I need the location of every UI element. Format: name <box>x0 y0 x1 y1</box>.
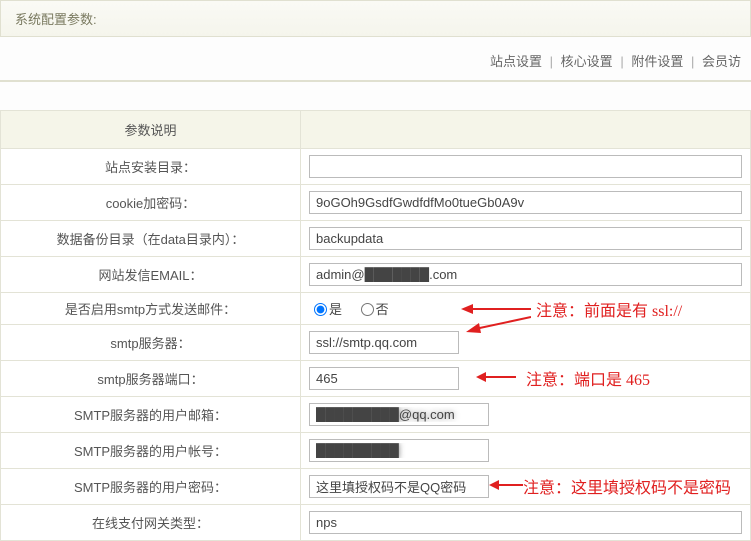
label-smtp-user-account: SMTP服务器的用户帐号： <box>1 433 301 469</box>
radio-no-label[interactable]: 否 <box>356 302 389 317</box>
input-pay-gateway[interactable] <box>309 511 742 534</box>
input-smtp-user-pass[interactable] <box>309 475 489 498</box>
page-title-bar: 系统配置参数: <box>0 0 751 37</box>
label-backup: 数据备份目录（在data目录内）： <box>1 221 301 257</box>
tab-site[interactable]: 站点设置 <box>490 54 542 69</box>
label-cookie: cookie加密码： <box>1 185 301 221</box>
tab-sep: | <box>550 54 553 69</box>
table-row: 网站发信EMAIL： <box>1 257 751 293</box>
tab-core[interactable]: 核心设置 <box>561 54 613 69</box>
table-row: SMTP服务器的用户帐号： <box>1 433 751 469</box>
tab-sep: | <box>620 54 623 69</box>
table-row: smtp服务器端口： 注意：端口是 465 <box>1 361 751 397</box>
arrow-icon <box>489 477 523 493</box>
tab-member[interactable]: 会员访 <box>702 54 741 69</box>
note-port: 注意：端口是 465 <box>526 366 650 390</box>
label-smtp-user-email: SMTP服务器的用户邮箱： <box>1 397 301 433</box>
tab-sep: | <box>691 54 694 69</box>
radio-no[interactable] <box>361 303 374 316</box>
arrow-icon <box>461 299 531 319</box>
tab-attachment[interactable]: 附件设置 <box>631 54 683 69</box>
input-smtp-server[interactable] <box>309 331 459 354</box>
input-smtp-port[interactable] <box>309 367 459 390</box>
label-install-dir: 站点安装目录： <box>1 149 301 185</box>
label-pay-gateway: 在线支付网关类型： <box>1 505 301 541</box>
note-ssl: 注意：前面是有 ssl:// <box>536 297 682 321</box>
col-header-value <box>301 111 751 149</box>
table-row: 是否启用smtp方式发送邮件： 是 否 注意：前面是有 ssl:// <box>1 293 751 325</box>
note-authcode: 注意：这里填授权码不是密码 <box>523 474 731 498</box>
input-email[interactable] <box>309 263 742 286</box>
page-title: 系统配置参数: <box>15 12 97 27</box>
input-smtp-user-account[interactable] <box>309 439 489 462</box>
table-row: cookie加密码： <box>1 185 751 221</box>
table-row: SMTP服务器的用户邮箱： <box>1 397 751 433</box>
input-backup[interactable] <box>309 227 742 250</box>
label-email: 网站发信EMAIL： <box>1 257 301 293</box>
input-install-dir[interactable] <box>309 155 742 178</box>
arrow-icon <box>476 369 516 385</box>
table-row: smtp服务器： <box>1 325 751 361</box>
radio-yes-label[interactable]: 是 <box>309 302 342 317</box>
label-smtp-server: smtp服务器： <box>1 325 301 361</box>
radio-yes[interactable] <box>314 303 327 316</box>
table-row: 站点安装目录： <box>1 149 751 185</box>
tab-bar: 站点设置 | 核心设置 | 附件设置 | 会员访 <box>0 37 751 82</box>
table-row: 数据备份目录（在data目录内）： <box>1 221 751 257</box>
input-cookie[interactable] <box>309 191 742 214</box>
table-row: SMTP服务器的用户密码： 注意：这里填授权码不是密码 <box>1 469 751 505</box>
label-smtp-enable: 是否启用smtp方式发送邮件： <box>1 293 301 325</box>
label-smtp-port: smtp服务器端口： <box>1 361 301 397</box>
table-row: 在线支付网关类型： <box>1 505 751 541</box>
input-smtp-user-email[interactable] <box>309 403 489 426</box>
col-header-param: 参数说明 <box>1 111 301 149</box>
label-smtp-user-pass: SMTP服务器的用户密码： <box>1 469 301 505</box>
config-table: 参数说明 站点安装目录： cookie加密码： 数据备份目录（在data目录内）… <box>0 110 751 541</box>
